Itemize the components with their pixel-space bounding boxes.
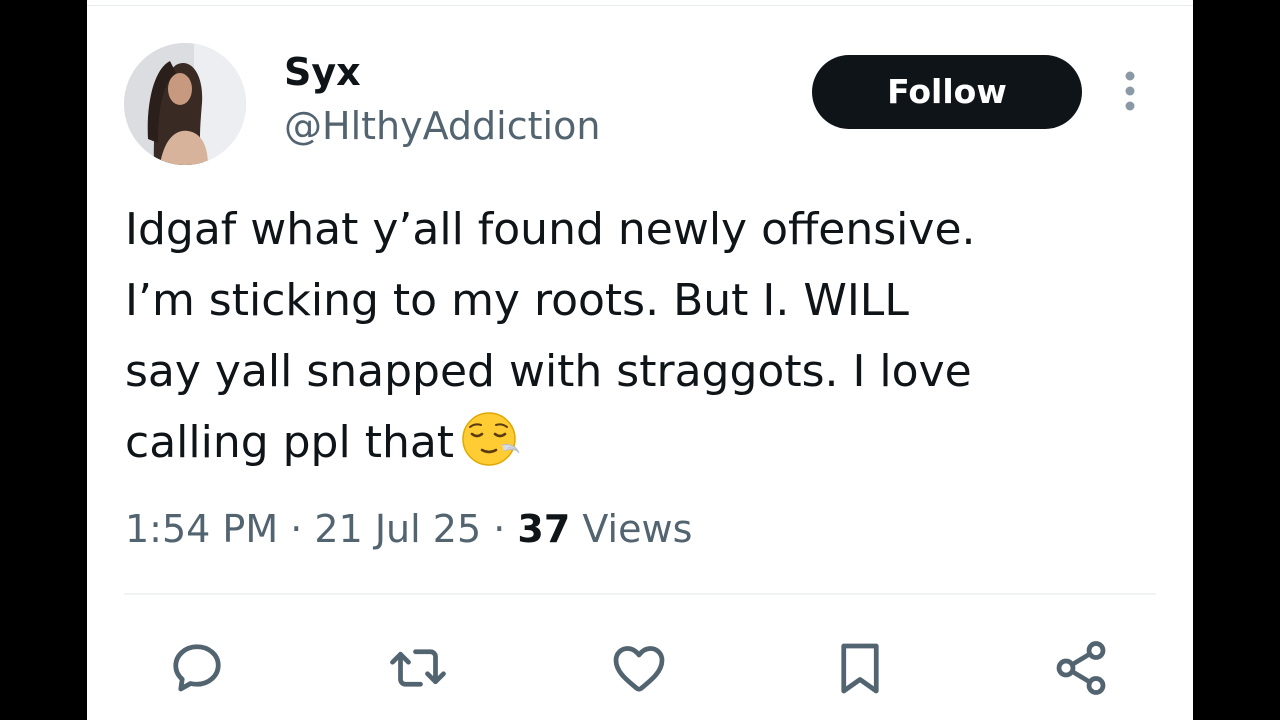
reply-icon [173, 644, 221, 692]
tweet-line: Idgaf what y’all found newly offensive. [125, 204, 976, 255]
avatar[interactable] [124, 43, 246, 165]
meta-separator: · [290, 507, 303, 551]
avatar-image [124, 43, 246, 165]
top-divider [87, 5, 1193, 6]
more-options-button[interactable] [1117, 66, 1143, 118]
share-icon [1056, 641, 1106, 695]
relieved-face-icon [458, 411, 520, 488]
like-icon [613, 646, 665, 692]
follow-button[interactable]: Follow [812, 55, 1082, 129]
tweet-date[interactable]: 21 Jul 25 [314, 507, 481, 551]
tweet-line: calling ppl that [125, 417, 455, 468]
more-vertical-icon [1125, 71, 1135, 111]
meta-separator: · [493, 507, 506, 551]
display-name[interactable]: Syx [284, 48, 361, 96]
retweet-icon [390, 649, 446, 687]
bookmark-icon [841, 643, 879, 694]
user-handle[interactable]: @HlthyAddiction [284, 100, 600, 152]
views-label: Views [582, 507, 693, 551]
actions-divider [124, 593, 1156, 595]
reply-button[interactable] [167, 638, 227, 698]
like-button[interactable] [609, 638, 669, 698]
share-button[interactable] [1051, 638, 1111, 698]
bookmark-button[interactable] [830, 638, 890, 698]
tweet-meta: 1:54 PM · 21 Jul 25 · 37 Views [125, 503, 692, 555]
views-count: 37 [517, 507, 571, 551]
tweet-line-last: calling ppl that [125, 407, 1175, 488]
tweet-text: Idgaf what y’all found newly offensive. … [125, 194, 1175, 488]
tweet-line: say yall snapped with straggots. I love [125, 346, 972, 397]
retweet-button[interactable] [388, 638, 448, 698]
tweet-card: Syx @HlthyAddiction Follow Idgaf what y’… [87, 0, 1193, 720]
tweet-line: I’m sticking to my roots. But I. WILL [125, 275, 909, 326]
tweet-time[interactable]: 1:54 PM [125, 507, 278, 551]
